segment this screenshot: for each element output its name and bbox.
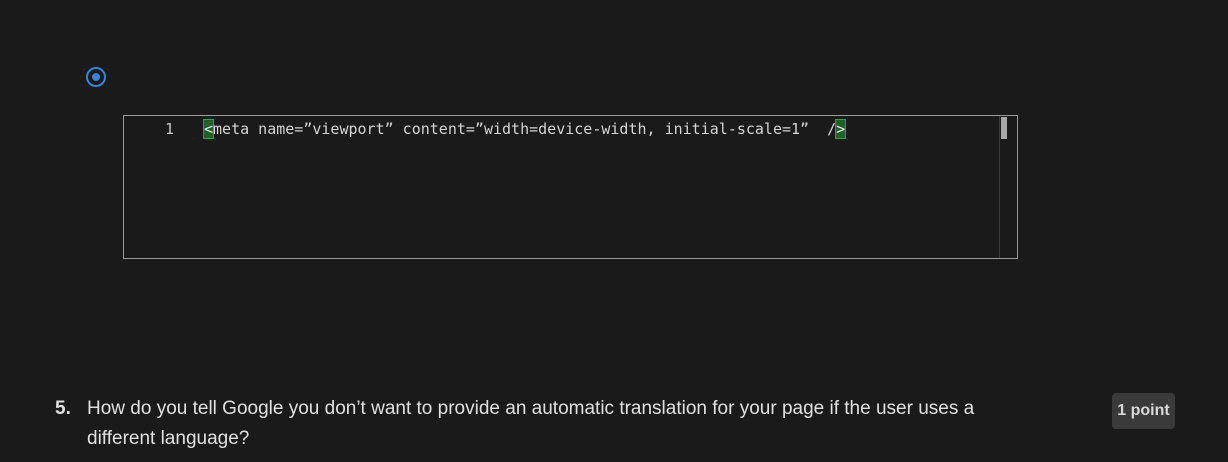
points-badge: 1 point: [1112, 393, 1175, 429]
question-block: 5. How do you tell Google you don’t want…: [55, 394, 985, 454]
question-text: How do you tell Google you don’t want to…: [87, 398, 975, 449]
radio-selected-dot: [91, 72, 100, 81]
code-editor[interactable]: 1 <meta name=”viewport” content=”width=d…: [123, 115, 1018, 259]
code-text[interactable]: <meta name=”viewport” content=”width=dev…: [202, 119, 847, 139]
editor-scroll-thumb[interactable]: [1001, 117, 1007, 139]
quiz-page: 1 <meta name=”viewport” content=”width=d…: [0, 0, 1228, 462]
close-bracket-match: >: [835, 119, 847, 139]
answer-radio-selected[interactable]: [86, 67, 106, 87]
question-number: 5.: [55, 398, 71, 419]
line-number: 1: [164, 120, 174, 138]
editor-scrollbar[interactable]: [999, 116, 1017, 258]
code-line: 1 <meta name=”viewport” content=”width=d…: [124, 119, 847, 139]
open-bracket-match: <: [202, 119, 215, 139]
code-body: meta name=”viewport” content=”width=devi…: [213, 120, 837, 138]
